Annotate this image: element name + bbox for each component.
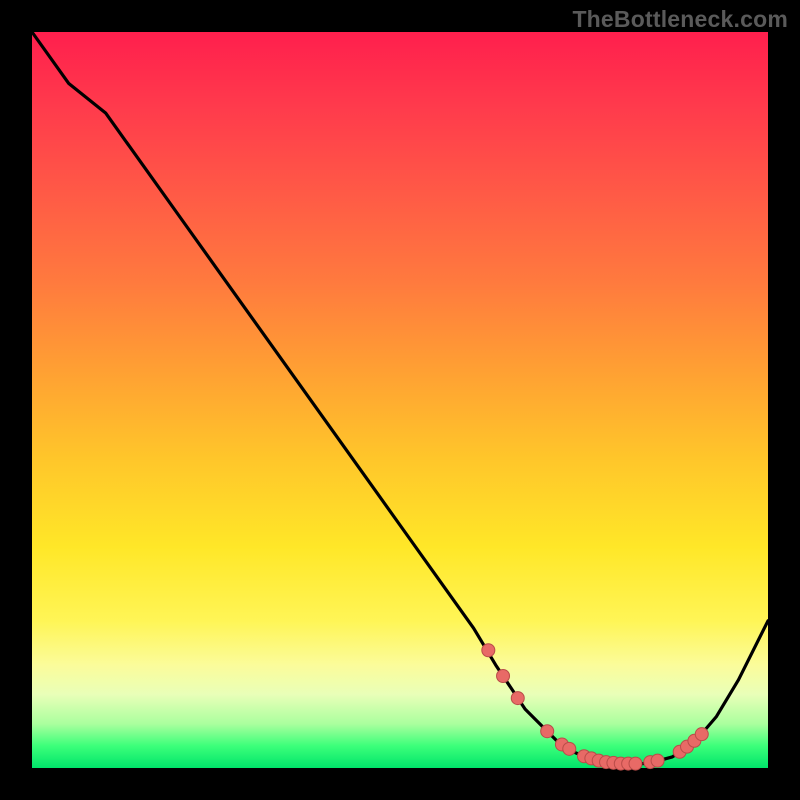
highlight-dot bbox=[482, 644, 495, 657]
highlight-dot bbox=[651, 754, 664, 767]
plot-area bbox=[32, 32, 768, 768]
highlight-dot bbox=[563, 742, 576, 755]
highlight-dot bbox=[497, 670, 510, 683]
highlight-dot bbox=[511, 692, 524, 705]
highlight-dot bbox=[541, 725, 554, 738]
highlight-dots bbox=[482, 644, 708, 770]
watermark-text: TheBottleneck.com bbox=[572, 6, 788, 33]
bottleneck-curve-path bbox=[32, 32, 768, 764]
highlight-dot bbox=[695, 728, 708, 741]
curve-layer bbox=[32, 32, 768, 768]
highlight-dot bbox=[629, 757, 642, 770]
chart-frame: TheBottleneck.com bbox=[0, 0, 800, 800]
